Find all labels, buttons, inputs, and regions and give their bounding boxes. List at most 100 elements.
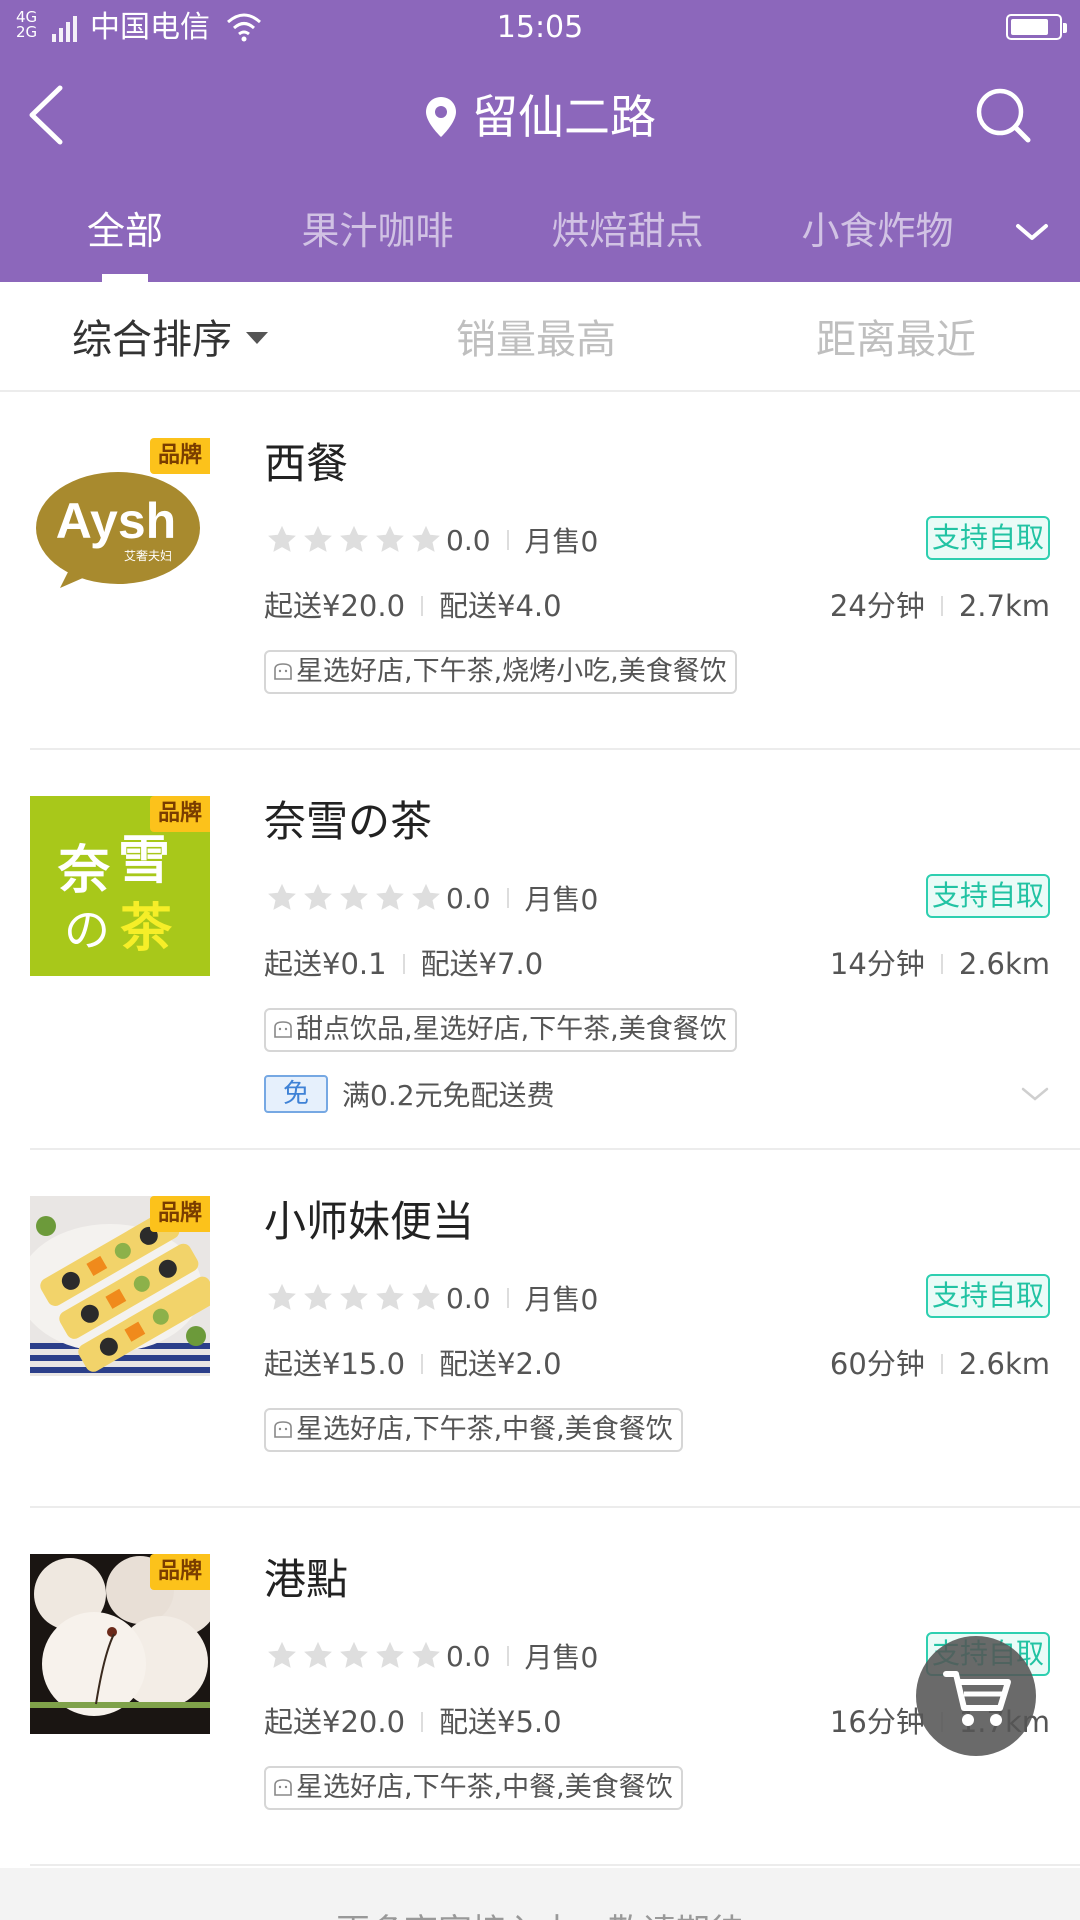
sort-top-sales[interactable]: 销量最高 xyxy=(456,312,616,368)
tag-text: 星选好店,下午茶,中餐,美食餐饮 xyxy=(296,1772,673,1803)
location-selector[interactable]: 留仙二路 xyxy=(0,82,1080,152)
sort-nearest[interactable]: 距离最近 xyxy=(816,312,976,368)
shop-name: 港點 xyxy=(264,1555,349,1604)
star-icon xyxy=(304,883,332,910)
star-icon xyxy=(376,883,404,910)
shop-tags: 星选好店,下午茶,中餐,美食餐饮 xyxy=(264,1408,683,1452)
svg-text:の: の xyxy=(64,903,110,957)
star-icon xyxy=(412,1641,440,1668)
promo-text: 满0.2元免配送费 xyxy=(342,1079,555,1112)
svg-text:茶: 茶 xyxy=(120,898,173,959)
shopping-cart-icon xyxy=(943,1671,1011,1726)
footer-text: 更多商家接入中，敬请期待 xyxy=(0,1904,1080,1920)
monthly-sales: 月售0 xyxy=(524,525,599,558)
search-icon[interactable] xyxy=(974,86,1034,146)
star-icon xyxy=(376,1283,404,1310)
min-order: 起送¥15.0 xyxy=(264,1347,406,1381)
min-order: 起送¥20.0 xyxy=(264,1705,406,1739)
rating-value: 0.0 xyxy=(446,881,491,915)
tab-juice-coffee[interactable]: 果汁咖啡 xyxy=(290,196,465,282)
sort-comprehensive[interactable]: 综合排序 xyxy=(72,312,268,368)
star-icon xyxy=(268,525,296,552)
delivery-time: 16分钟 xyxy=(829,1705,925,1739)
active-tab-indicator xyxy=(102,274,148,282)
delivery-fee: 配送¥7.0 xyxy=(420,947,544,981)
location-label: 留仙二路 xyxy=(472,90,656,144)
logo-text: Aysh xyxy=(56,493,176,549)
divider xyxy=(506,888,509,908)
battery-icon xyxy=(1006,14,1067,40)
star-rating: 0.0 月售0 xyxy=(264,878,598,918)
star-icon xyxy=(412,525,440,552)
sort-comprehensive-label: 综合排序 xyxy=(72,317,232,363)
star-icon xyxy=(304,1641,332,1668)
cart-button[interactable] xyxy=(916,1636,1036,1756)
tab-bakery-dessert[interactable]: 烘焙甜点 xyxy=(540,196,715,282)
svg-text:奈: 奈 xyxy=(57,840,110,901)
tab-snacks-fried[interactable]: 小食炸物 xyxy=(790,196,965,282)
star-rating: 0.0 月售0 xyxy=(264,520,598,560)
divider xyxy=(506,1646,509,1666)
location-pin-icon xyxy=(426,97,456,137)
distance: 2.6km xyxy=(958,1347,1050,1381)
brand-badge: 品牌 xyxy=(150,1554,210,1590)
divider xyxy=(402,954,405,974)
delivery-fee: 配送¥4.0 xyxy=(439,589,562,623)
tag-text: 星选好店,下午茶,烧烤小吃,美食餐饮 xyxy=(296,656,727,687)
star-icon xyxy=(376,525,404,552)
divider xyxy=(506,530,509,550)
shop-logo: Aysh 艾奢夫妇 品牌 xyxy=(30,438,210,618)
delivery-distance: 14分钟 2.6km xyxy=(830,944,1050,984)
star-icon xyxy=(412,1283,440,1310)
rating-value: 0.0 xyxy=(446,1639,491,1673)
tab-all[interactable]: 全部 xyxy=(60,196,190,282)
shop-card[interactable]: 品牌 小师妹便当 0.0 月售0 支持自取 起送¥15.0 配送¥2.0 60分… xyxy=(0,1150,1080,1508)
fee-info: 起送¥20.0 配送¥4.0 xyxy=(264,586,562,626)
distance: 2.6km xyxy=(958,947,1050,981)
divider xyxy=(506,1288,509,1308)
shop-icon xyxy=(274,1021,292,1038)
min-order: 起送¥20.0 xyxy=(264,589,406,623)
divider xyxy=(421,1712,424,1732)
rating-value: 0.0 xyxy=(446,1281,491,1315)
list-footer: 更多商家接入中，敬请期待 xyxy=(0,1868,1080,1920)
svg-text:雪: 雪 xyxy=(118,830,170,891)
pickup-badge: 支持自取 xyxy=(925,1274,1050,1318)
category-tabs: 全部 果汁咖啡 烘焙甜点 小食炸物 xyxy=(0,196,1080,282)
delivery-time: 14分钟 xyxy=(829,947,925,981)
shop-name: 西餐 xyxy=(264,439,349,488)
shop-logo: 品牌 xyxy=(30,1196,210,1376)
chevron-down-icon[interactable] xyxy=(1020,1084,1050,1104)
delivery-distance: 60分钟 2.6km xyxy=(830,1344,1050,1384)
delivery-fee: 配送¥5.0 xyxy=(439,1705,562,1739)
divider xyxy=(421,596,424,616)
fee-info: 起送¥20.0 配送¥5.0 xyxy=(264,1702,562,1742)
distance: 2.7km xyxy=(958,589,1050,623)
pickup-badge: 支持自取 xyxy=(925,874,1050,918)
star-icon xyxy=(340,1283,368,1310)
fee-info: 起送¥15.0 配送¥2.0 xyxy=(264,1344,562,1384)
monthly-sales: 月售0 xyxy=(524,883,599,916)
brand-badge: 品牌 xyxy=(150,796,210,832)
star-rating: 0.0 月售0 xyxy=(264,1278,598,1318)
shop-tags: 甜点饮品,星选好店,下午茶,美食餐饮 xyxy=(264,1008,737,1052)
pickup-badge: 支持自取 xyxy=(925,516,1050,560)
shop-card[interactable]: 奈 雪 の 茶 品牌 奈雪の茶 0.0 月售0 支持自取 起送¥0.1 配送¥7… xyxy=(0,750,1080,1150)
chevron-down-icon[interactable] xyxy=(1010,210,1054,254)
delivery-time: 60分钟 xyxy=(829,1347,925,1381)
brand-badge: 品牌 xyxy=(150,1196,210,1232)
divider xyxy=(940,1354,943,1374)
divider xyxy=(421,1354,424,1374)
star-icon xyxy=(340,883,368,910)
tag-text: 甜点饮品,星选好店,下午茶,美食餐饮 xyxy=(296,1014,727,1045)
clock: 15:05 xyxy=(496,10,584,45)
star-icon xyxy=(340,525,368,552)
star-icon xyxy=(340,1641,368,1668)
divider xyxy=(940,954,943,974)
divider xyxy=(30,1864,1080,1866)
top-header: 4G 2G 中国电信 15:05 留仙二路 全部 果汁咖啡 烘焙甜点 小食炸物 xyxy=(0,0,1080,282)
shop-card[interactable]: Aysh 艾奢夫妇 品牌 西餐 0.0 月售0 支持自取 起送¥20.0 配送¥… xyxy=(0,392,1080,750)
rating-value: 0.0 xyxy=(446,523,491,557)
shop-tags: 星选好店,下午茶,烧烤小吃,美食餐饮 xyxy=(264,650,737,694)
brand-badge: 品牌 xyxy=(150,438,210,474)
